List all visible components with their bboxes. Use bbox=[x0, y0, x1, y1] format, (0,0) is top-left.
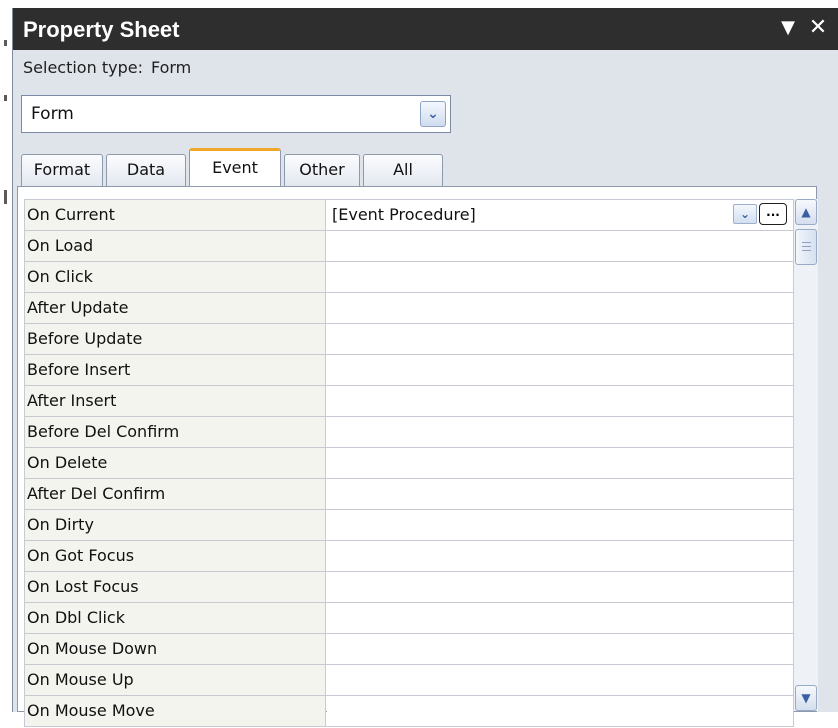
tab-event[interactable]: Event bbox=[189, 148, 281, 186]
property-value-input[interactable] bbox=[327, 696, 794, 726]
property-value-input[interactable]: [Event Procedure] ⌄ ... bbox=[327, 200, 794, 230]
property-name: After Insert bbox=[24, 386, 326, 416]
property-name: On Mouse Up bbox=[24, 665, 326, 695]
property-value-input[interactable] bbox=[327, 510, 794, 540]
tab-all[interactable]: All bbox=[363, 154, 443, 186]
property-value-input[interactable] bbox=[327, 572, 794, 602]
window-left-edge bbox=[0, 0, 12, 728]
property-value-input[interactable] bbox=[327, 386, 794, 416]
property-name: On Delete bbox=[24, 448, 326, 478]
property-row[interactable]: On Lost Focus bbox=[24, 572, 794, 603]
property-grid-panel: On Current [Event Procedure] ⌄ ... On Lo… bbox=[17, 186, 818, 727]
property-value-input[interactable] bbox=[327, 324, 794, 354]
title-bar: Property Sheet ▼ ✕ bbox=[13, 8, 838, 50]
property-value-input[interactable] bbox=[327, 541, 794, 571]
build-ellipsis-button[interactable]: ... bbox=[759, 203, 787, 225]
property-name: On Dirty bbox=[24, 510, 326, 540]
close-icon[interactable]: ✕ bbox=[805, 15, 831, 41]
property-row[interactable]: Before Insert bbox=[24, 355, 794, 386]
property-row[interactable]: On Mouse Move bbox=[24, 696, 794, 727]
property-value-input[interactable] bbox=[327, 293, 794, 323]
tab-format[interactable]: Format bbox=[21, 154, 103, 186]
pane-menu-arrow-icon[interactable]: ▼ bbox=[775, 15, 801, 41]
chevron-down-icon[interactable]: ⌄ bbox=[733, 204, 757, 224]
scroll-up-icon[interactable]: ▲ bbox=[795, 199, 817, 225]
property-grid: On Current [Event Procedure] ⌄ ... On Lo… bbox=[24, 199, 794, 727]
property-value-input[interactable] bbox=[327, 231, 794, 261]
property-value-input[interactable] bbox=[327, 448, 794, 478]
property-row[interactable]: After Del Confirm bbox=[24, 479, 794, 510]
property-row[interactable]: On Current [Event Procedure] ⌄ ... bbox=[24, 199, 794, 231]
property-name: On Lost Focus bbox=[24, 572, 326, 602]
property-row[interactable]: Before Update bbox=[24, 324, 794, 355]
property-name: On Mouse Move bbox=[24, 696, 326, 726]
selection-type-label: Selection type: bbox=[23, 58, 143, 77]
property-name: On Dbl Click bbox=[24, 603, 326, 633]
property-row[interactable]: After Insert bbox=[24, 386, 794, 417]
vertical-scrollbar[interactable]: ▲ ▼ bbox=[794, 199, 818, 711]
tab-data[interactable]: Data bbox=[106, 154, 186, 186]
property-value-input[interactable] bbox=[327, 417, 794, 447]
pane-title: Property Sheet bbox=[23, 17, 180, 42]
tab-other[interactable]: Other bbox=[284, 154, 360, 186]
property-row[interactable]: On Got Focus bbox=[24, 541, 794, 572]
object-selector-value: Form bbox=[31, 104, 74, 124]
property-name: Before Del Confirm bbox=[24, 417, 326, 447]
property-name: On Load bbox=[24, 231, 326, 261]
property-name: Before Update bbox=[24, 324, 326, 354]
property-row[interactable]: Before Del Confirm bbox=[24, 417, 794, 448]
property-name: On Got Focus bbox=[24, 541, 326, 571]
scroll-down-icon[interactable]: ▼ bbox=[795, 685, 817, 711]
property-value-input[interactable] bbox=[327, 479, 794, 509]
object-selector-combo[interactable]: Form ⌄ bbox=[21, 95, 451, 133]
property-row[interactable]: On Mouse Down bbox=[24, 634, 794, 665]
property-row[interactable]: On Load bbox=[24, 231, 794, 262]
property-value-input[interactable] bbox=[327, 634, 794, 664]
property-row[interactable]: On Mouse Up bbox=[24, 665, 794, 696]
property-name: Before Insert bbox=[24, 355, 326, 385]
property-row[interactable]: On Click bbox=[24, 262, 794, 293]
property-name: On Mouse Down bbox=[24, 634, 326, 664]
property-name: On Current bbox=[24, 200, 326, 230]
selection-type-value: Form bbox=[150, 58, 192, 77]
property-row[interactable]: On Delete bbox=[24, 448, 794, 479]
property-value-input[interactable] bbox=[327, 355, 794, 385]
property-value-input[interactable] bbox=[327, 603, 794, 633]
property-name: On Click bbox=[24, 262, 326, 292]
selection-type: Selection type: Form bbox=[23, 58, 191, 77]
property-tabs: Format Data Event Other All bbox=[21, 146, 721, 186]
chevron-down-icon[interactable]: ⌄ bbox=[420, 101, 446, 127]
property-value-input[interactable] bbox=[327, 665, 794, 695]
property-value-text: [Event Procedure] bbox=[332, 205, 476, 224]
property-row[interactable]: On Dbl Click bbox=[24, 603, 794, 634]
property-name: After Update bbox=[24, 293, 326, 323]
property-sheet-pane: Property Sheet ▼ ✕ Selection type: Form F… bbox=[12, 8, 838, 727]
property-row[interactable]: After Update bbox=[24, 293, 794, 324]
scrollbar-thumb[interactable] bbox=[795, 229, 817, 265]
property-row[interactable]: On Dirty bbox=[24, 510, 794, 541]
property-name: After Del Confirm bbox=[24, 479, 326, 509]
property-value-input[interactable] bbox=[327, 262, 794, 292]
